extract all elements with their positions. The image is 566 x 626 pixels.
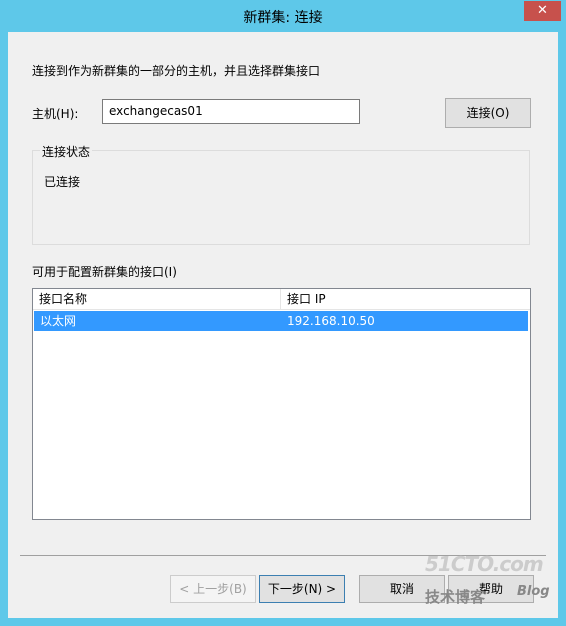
next-button[interactable]: 下一步(N) > — [259, 575, 345, 603]
close-icon[interactable]: ✕ — [524, 1, 561, 21]
interfaces-list[interactable]: 接口名称 接口 IP 以太网 192.168.10.50 — [32, 288, 531, 520]
interface-ip-cell: 192.168.10.50 — [287, 314, 375, 328]
watermark-logo: 51CTO.com 技术博客 Blog — [425, 552, 555, 612]
host-input[interactable]: exchangecas01 — [102, 99, 360, 124]
list-header: 接口名称 接口 IP — [33, 289, 530, 310]
host-label: 主机(H): — [32, 107, 79, 121]
back-button[interactable]: < 上一步(B) — [170, 575, 256, 603]
watermark-site: 51CTO.com — [425, 552, 544, 576]
watermark-blog: Blog — [517, 584, 550, 599]
column-header-interface-ip[interactable]: 接口 IP — [281, 289, 530, 309]
column-header-interface-name[interactable]: 接口名称 — [33, 289, 281, 309]
connection-status-title: 连接状态 — [40, 143, 93, 160]
interfaces-label: 可用于配置新群集的接口(I) — [32, 265, 177, 279]
connection-status-group — [32, 150, 530, 245]
connection-status-text: 已连接 — [44, 175, 81, 189]
window-title: 新群集: 连接 — [243, 10, 323, 26]
title-bar[interactable]: 新群集: 连接 ✕ — [0, 0, 566, 32]
dialog-body: 连接到作为新群集的一部分的主机，并且选择群集接口 主机(H): exchange… — [8, 32, 558, 618]
connect-button[interactable]: 连接(O) — [445, 98, 531, 128]
interface-name-cell: 以太网 — [40, 314, 77, 328]
instruction-text: 连接到作为新群集的一部分的主机，并且选择群集接口 — [32, 64, 321, 78]
watermark-text: 技术博客 — [425, 588, 486, 606]
list-item[interactable]: 以太网 192.168.10.50 — [34, 311, 528, 331]
